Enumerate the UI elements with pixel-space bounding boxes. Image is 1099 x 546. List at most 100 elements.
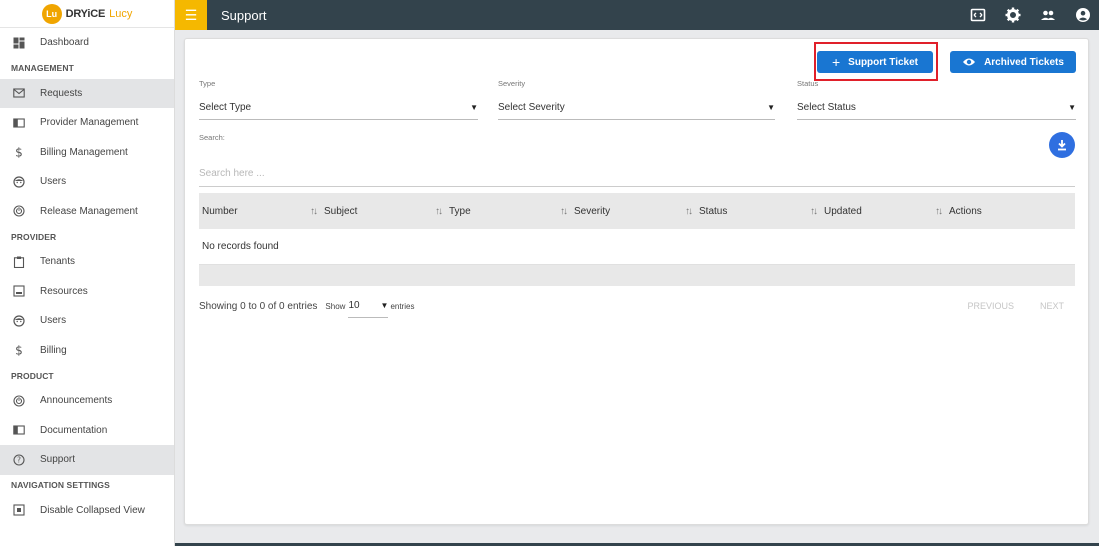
sort-arrows-icon[interactable]: ↑↓ [552,206,574,217]
sidebar-item-billing[interactable]: $ Billing [0,336,174,366]
column-header-type[interactable]: Type ↑↓ [449,206,574,217]
page-size-value: 10 [348,300,360,311]
column-header-label: Status [699,205,728,217]
sidebar-item-release-management[interactable]: Release Management [0,197,174,227]
sidebar-item-provider-management[interactable]: Provider Management [0,108,174,138]
archived-tickets-button[interactable]: Archived Tickets [950,51,1076,73]
tickets-table: Number ↑↓ Subject ↑↓ Type ↑↓ Severity ↑↓ Status ↑… [199,193,1075,286]
search-input[interactable] [199,161,1075,187]
sort-arrows-icon[interactable]: ↑↓ [302,206,324,217]
sort-arrows-icon[interactable]: ↑↓ [927,206,949,217]
release-icon [12,204,26,218]
show-label: Show [325,301,346,311]
sidebar-section-heading: PROVIDER [11,231,57,242]
help-icon: ? [12,453,26,467]
sidebar-item-documentation[interactable]: Documentation [0,416,174,446]
status-select-value: Select Status [797,102,856,113]
sidebar-item-label: Support [40,454,76,466]
dropdown-arrow-icon: ▼ [380,301,389,310]
top-bar: ☰ Support [175,0,1099,30]
status-filter-label: Status [797,79,819,88]
sidebar-item-support[interactable]: ? Support [0,445,174,475]
column-header-label: Updated [824,205,862,217]
sidebar-item-disable-collapsed-view[interactable]: Disable Collapsed View [0,496,174,526]
column-header-label: Actions [949,205,982,217]
sidebar-item-resources[interactable]: Resources [0,277,174,307]
dropdown-arrow-icon: ▼ [1068,103,1076,112]
plus-icon: + [831,54,841,70]
download-button[interactable] [1049,132,1075,158]
sidebar-item-users[interactable]: Users [0,167,174,197]
clipboard-icon [12,255,26,269]
sidebar-item-billing-management[interactable]: $ Billing Management [0,138,174,168]
sidebar-section-heading: NAVIGATION SETTINGS [11,480,110,490]
column-header-label: Number [202,205,238,217]
support-ticket-button[interactable]: + Support Ticket [817,51,933,73]
release-icon [12,394,26,408]
column-header-label: Subject [324,205,358,217]
sidebar-section-heading: PRODUCT [11,370,54,381]
settings-gear-icon[interactable] [1005,7,1021,23]
column-header-actions[interactable]: Actions [949,206,1074,217]
column-header-label: Type [449,205,471,217]
account-icon[interactable] [1075,7,1091,23]
people-icon[interactable] [1040,7,1056,23]
resources-icon [12,284,26,298]
column-header-updated[interactable]: Updated ↑↓ [824,206,949,217]
sidebar-item-tenants[interactable]: Tenants [0,247,174,277]
hamburger-icon: ☰ [184,6,198,23]
book-icon [12,423,26,437]
fullscreen-icon[interactable] [970,7,986,23]
search-label: Search: [199,133,225,142]
logo-product: Lucy [109,7,133,20]
sort-arrows-icon[interactable]: ↑↓ [677,206,699,217]
type-select-value: Select Type [199,102,252,113]
sidebar-item-users[interactable]: Users [0,306,174,336]
column-header-severity[interactable]: Severity ↑↓ [574,206,699,217]
page-title: Support [221,7,267,23]
sidebar-item-announcements[interactable]: Announcements [0,386,174,416]
sidebar-item-label: Provider Management [40,117,139,129]
severity-select[interactable]: Select Severity ▼ [498,96,775,120]
dropdown-arrow-icon: ▼ [767,103,775,112]
svg-text:$: $ [15,146,23,158]
type-select[interactable]: Select Type ▼ [199,96,478,120]
column-header-status[interactable]: Status ↑↓ [699,206,824,217]
previous-page-button[interactable]: PREVIOUS [967,301,1014,311]
logo-badge: Lu [41,3,62,24]
sidebar-item-label: Billing [40,344,67,356]
next-page-button[interactable]: NEXT [1040,301,1064,311]
table-header: Number ↑↓ Subject ↑↓ Type ↑↓ Severity ↑↓ Status ↑… [199,193,1075,229]
sidebar-item-dashboard[interactable]: Dashboard [0,28,174,58]
status-filter: Status Select Status ▼ [797,79,1076,120]
mail-icon [12,86,26,100]
sidebar-item-label: Documentation [40,424,108,436]
sidebar-nav: Dashboard MANAGEMENT Requests Provider Mana… [0,28,174,525]
download-icon [1058,140,1066,151]
sidebar-item-label: Disable Collapsed View [40,504,145,516]
face-icon [12,175,26,189]
svg-text:?: ? [17,455,21,464]
showing-entries-text: Showing 0 to 0 of 0 entries [199,300,318,312]
top-bar-icons [970,0,1091,30]
dashboard-icon [12,36,26,50]
sidebar-item-label: Tenants [40,256,76,268]
book-icon [12,116,26,130]
sort-arrows-icon[interactable]: ↑↓ [802,206,824,217]
menu-toggle-button[interactable]: ☰ [175,0,207,30]
logo: Lu DRYiCE Lucy [0,0,174,28]
status-select[interactable]: Select Status ▼ [797,96,1076,120]
collapse-icon [12,503,26,517]
column-header-subject[interactable]: Subject ↑↓ [324,206,449,217]
column-header-number[interactable]: Number ↑↓ [199,206,324,217]
sort-arrows-icon[interactable]: ↑↓ [427,206,449,217]
eye-icon [962,57,976,67]
sidebar-item-requests[interactable]: Requests [0,78,174,108]
page-size-select[interactable]: 10 ▼ [348,294,389,318]
dropdown-arrow-icon: ▼ [470,103,478,112]
face-icon [12,314,26,328]
dollar-icon: $ [12,343,26,357]
sidebar-item-label: Billing Management [40,146,128,158]
archived-tickets-label: Archived Tickets [984,56,1064,68]
sidebar-item-label: Release Management [40,205,138,217]
